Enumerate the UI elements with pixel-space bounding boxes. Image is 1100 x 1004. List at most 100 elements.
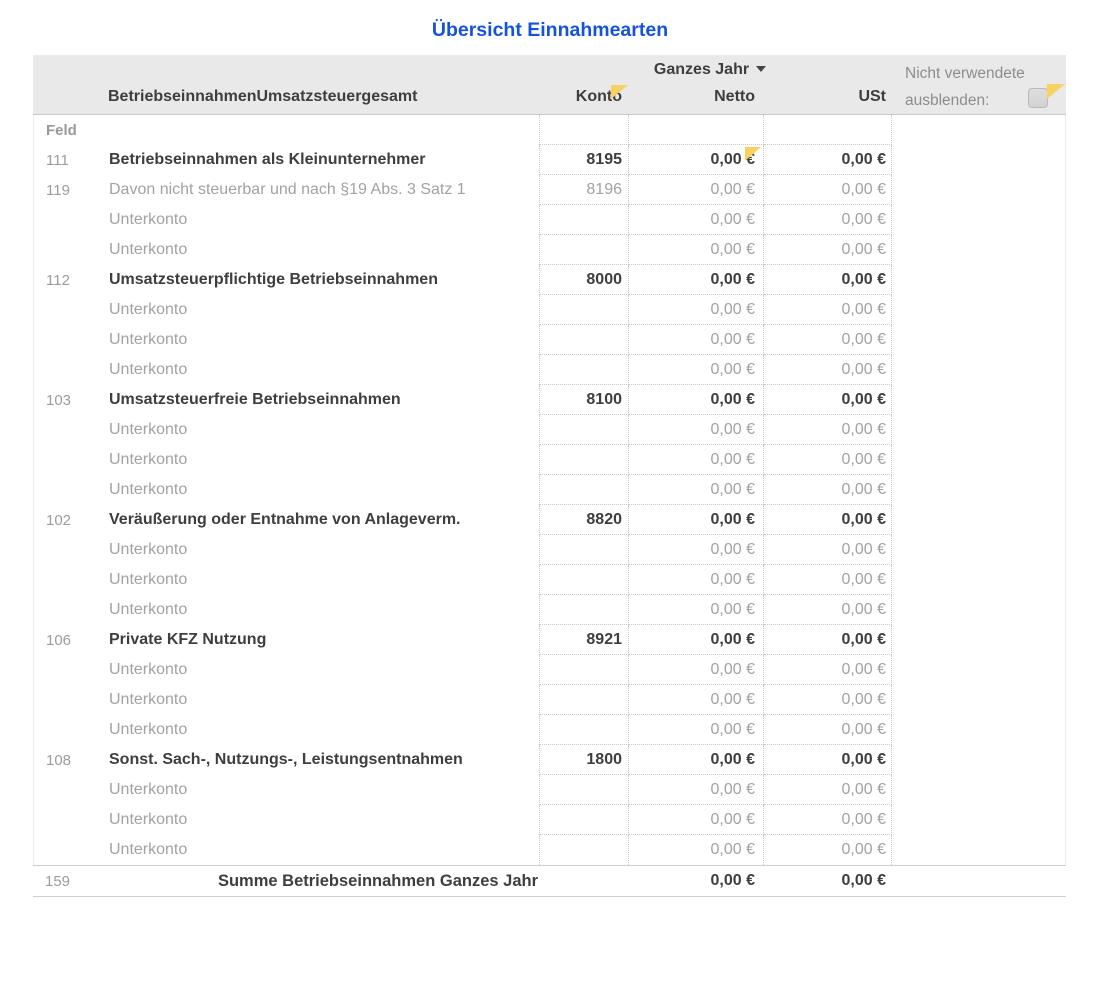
cell-description[interactable]: Unterkonto (104, 241, 539, 259)
cell-netto[interactable]: 0,00 € (629, 265, 764, 295)
cell-konto[interactable] (539, 325, 629, 355)
cell-description[interactable]: Unterkonto (104, 451, 539, 469)
cell-ust[interactable]: 0,00 € (764, 385, 892, 415)
cell-description[interactable]: Veräußerung oder Entnahme von Anlageverm… (104, 511, 539, 529)
cell-description[interactable]: Unterkonto (104, 211, 539, 229)
cell-konto[interactable]: 8195 (539, 145, 629, 175)
cell-description[interactable]: Unterkonto (104, 601, 539, 619)
cell-ust[interactable]: 0,00 € (764, 475, 892, 505)
cell-netto[interactable]: 0,00 € (629, 535, 764, 565)
cell-konto[interactable] (539, 835, 629, 865)
cell-netto[interactable]: 0,00 € (629, 145, 764, 175)
cell-description[interactable]: Unterkonto (104, 361, 539, 379)
cell-netto[interactable]: 0,00 € (629, 325, 764, 355)
cell-netto[interactable]: 0,00 € (629, 595, 764, 625)
cell-description[interactable]: Unterkonto (104, 481, 539, 499)
cell-netto[interactable]: 0,00 € (629, 745, 764, 775)
cell-konto[interactable] (539, 685, 629, 715)
cell-ust[interactable]: 0,00 € (764, 295, 892, 325)
cell-ust[interactable]: 0,00 € (764, 325, 892, 355)
cell-netto[interactable]: 0,00 € (629, 625, 764, 655)
cell-field[interactable]: 103 (34, 392, 104, 409)
cell-konto[interactable] (539, 805, 629, 835)
cell-netto[interactable]: 0,00 € (629, 565, 764, 595)
cell-ust[interactable]: 0,00 € (764, 265, 892, 295)
cell-ust[interactable]: 0,00 € (764, 745, 892, 775)
cell-description[interactable]: Davon nicht steuerbar und nach §19 Abs. … (104, 181, 539, 199)
hide-unused-checkbox[interactable] (1028, 88, 1048, 108)
cell-ust[interactable]: 0,00 € (764, 565, 892, 595)
cell-konto[interactable] (539, 775, 629, 805)
cell-ust[interactable]: 0,00 € (764, 595, 892, 625)
cell-konto[interactable]: 8820 (539, 505, 629, 535)
cell-netto[interactable]: 0,00 € (629, 805, 764, 835)
cell-konto[interactable] (539, 565, 629, 595)
cell-netto[interactable]: 0,00 € (629, 655, 764, 685)
cell-description[interactable]: Unterkonto (104, 841, 539, 859)
cell-netto[interactable]: 0,00 € (629, 685, 764, 715)
cell-field[interactable]: 102 (34, 512, 104, 529)
cell-ust[interactable]: 0,00 € (764, 505, 892, 535)
cell-netto[interactable]: 0,00 € (629, 385, 764, 415)
cell-ust[interactable]: 0,00 € (764, 835, 892, 865)
cell-konto[interactable]: 8100 (539, 385, 629, 415)
cell-netto[interactable]: 0,00 € (629, 475, 764, 505)
cell-description[interactable]: Betriebseinnahmen als Kleinunternehmer (104, 151, 539, 169)
cell-konto[interactable] (539, 715, 629, 745)
cell-ust[interactable]: 0,00 € (764, 175, 892, 205)
cell-description[interactable]: Umsatzsteuerfreie Betriebseinnahmen (104, 391, 539, 409)
cell-description[interactable]: Unterkonto (104, 691, 539, 709)
cell-konto[interactable]: 8000 (539, 265, 629, 295)
cell-ust[interactable]: 0,00 € (764, 535, 892, 565)
cell-description[interactable]: Unterkonto (104, 541, 539, 559)
cell-konto[interactable]: 8196 (539, 175, 629, 205)
cell-description[interactable]: Unterkonto (104, 811, 539, 829)
cell-netto[interactable]: 0,00 € (629, 715, 764, 745)
cell-field[interactable]: 111 (34, 152, 104, 169)
cell-netto[interactable]: 0,00 € (629, 835, 764, 865)
summary-row[interactable]: 159 Summe Betriebseinnahmen Ganzes Jahr … (33, 865, 1066, 897)
cell-description[interactable]: Umsatzsteuerpflichtige Betriebseinnahmen (104, 271, 539, 289)
cell-description[interactable]: Unterkonto (104, 301, 539, 319)
cell-field[interactable]: 112 (34, 272, 104, 289)
cell-description[interactable]: Private KFZ Nutzung (104, 631, 539, 649)
cell-netto[interactable]: 0,00 € (629, 175, 764, 205)
cell-field[interactable]: Feld (34, 122, 104, 139)
cell-description[interactable]: Unterkonto (104, 421, 539, 439)
cell-netto[interactable]: 0,00 € (629, 355, 764, 385)
cell-netto[interactable]: 0,00 € (629, 775, 764, 805)
cell-field[interactable]: 106 (34, 632, 104, 649)
cell-konto[interactable] (539, 445, 629, 475)
cell-netto[interactable] (629, 115, 764, 145)
cell-konto[interactable]: 1800 (539, 745, 629, 775)
cell-ust[interactable]: 0,00 € (764, 235, 892, 265)
cell-ust[interactable]: 0,00 € (764, 715, 892, 745)
cell-ust[interactable]: 0,00 € (764, 805, 892, 835)
cell-konto[interactable] (539, 415, 629, 445)
cell-konto[interactable] (539, 115, 629, 145)
cell-netto[interactable]: 0,00 € (629, 415, 764, 445)
cell-konto[interactable] (539, 655, 629, 685)
cell-netto[interactable]: 0,00 € (629, 295, 764, 325)
cell-description[interactable]: Unterkonto (104, 661, 539, 679)
cell-netto[interactable]: 0,00 € (629, 505, 764, 535)
cell-netto[interactable]: 0,00 € (629, 235, 764, 265)
cell-description[interactable]: Unterkonto (104, 331, 539, 349)
cell-ust[interactable]: 0,00 € (764, 205, 892, 235)
cell-ust[interactable]: 0,00 € (764, 655, 892, 685)
cell-ust[interactable]: 0,00 € (764, 625, 892, 655)
cell-konto[interactable]: 8921 (539, 625, 629, 655)
period-dropdown[interactable]: Ganzes Jahr (628, 61, 792, 79)
cell-ust[interactable]: 0,00 € (764, 685, 892, 715)
cell-konto[interactable] (539, 235, 629, 265)
cell-netto[interactable]: 0,00 € (629, 205, 764, 235)
cell-ust[interactable]: 0,00 € (764, 415, 892, 445)
cell-description[interactable]: Unterkonto (104, 571, 539, 589)
cell-konto[interactable] (539, 475, 629, 505)
cell-ust[interactable]: 0,00 € (764, 355, 892, 385)
cell-konto[interactable] (539, 355, 629, 385)
cell-ust[interactable]: 0,00 € (764, 445, 892, 475)
cell-netto[interactable]: 0,00 € (629, 445, 764, 475)
cell-field[interactable]: 108 (34, 752, 104, 769)
cell-konto[interactable] (539, 595, 629, 625)
